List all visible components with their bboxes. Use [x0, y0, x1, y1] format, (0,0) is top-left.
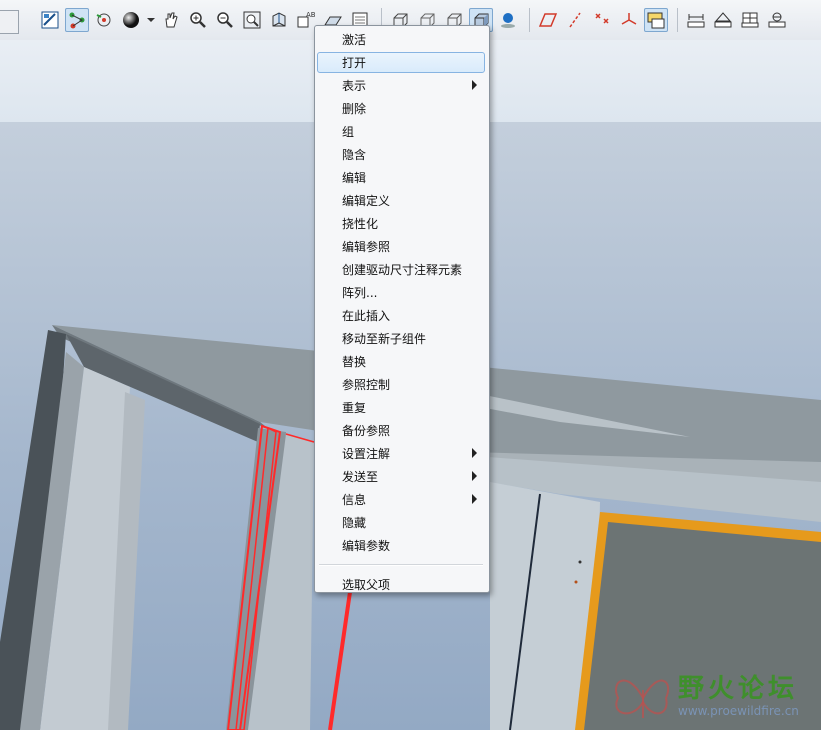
context-menu-item[interactable]: 删除 [317, 98, 485, 119]
menu-item-label: 阵列... [342, 286, 378, 300]
shading-icon[interactable] [119, 8, 143, 32]
menu-item-label: 挠性化 [342, 217, 379, 231]
menu-item-label: 组 [342, 125, 355, 139]
menu-item-label: 隐含 [342, 148, 367, 162]
menu-item-label: 设置注解 [342, 447, 391, 461]
menu-item-label: 创建驱动尺寸注释元素 [342, 263, 463, 277]
menu-item-label: 信息 [342, 493, 367, 507]
svg-text:AB: AB [306, 11, 315, 19]
context-menu-item[interactable]: 备份参照 [317, 420, 485, 441]
datum-display-icon[interactable] [65, 8, 89, 32]
context-menu-item[interactable]: 激活 [317, 29, 485, 50]
context-menu-item[interactable]: 选取父项 [317, 574, 485, 595]
submenu-arrow-icon [472, 494, 477, 504]
menu-item-label: 移动至新子组件 [342, 332, 427, 346]
context-menu-item[interactable]: 隐藏 [317, 512, 485, 533]
menu-item-label: 激活 [342, 33, 367, 47]
csys-icon[interactable] [617, 8, 641, 32]
context-menu-item[interactable]: 表示 [317, 75, 485, 96]
menu-item-label: 备份参照 [342, 424, 391, 438]
dropdown-arrow-icon[interactable] [146, 8, 156, 32]
menu-item-label: 重复 [342, 401, 367, 415]
model-tree-toggle-icon[interactable] [644, 8, 668, 32]
context-menu-item[interactable]: 编辑参照 [317, 236, 485, 257]
menu-item-label: 在此插入 [342, 309, 391, 323]
context-menu-item[interactable]: 参照控制 [317, 374, 485, 395]
butterfly-logo-icon [615, 679, 670, 718]
menu-item-label: 表示 [342, 79, 367, 93]
context-menu-item[interactable]: 编辑参数 [317, 535, 485, 556]
menu-item-label: 编辑参数 [342, 539, 391, 553]
menu-item-label: 删除 [342, 102, 367, 116]
context-menu-item[interactable]: 在此插入 [317, 305, 485, 326]
context-menu-item[interactable]: 发送至 [317, 466, 485, 487]
datum-point-icon[interactable] [590, 8, 614, 32]
menu-item-label: 编辑参照 [342, 240, 391, 254]
menu-item-label: 编辑 [342, 171, 367, 185]
menu-separator [319, 564, 483, 566]
context-menu-item[interactable]: 挠性化 [317, 213, 485, 234]
context-menu-item[interactable]: 重复 [317, 397, 485, 418]
selected-part-lower [328, 591, 352, 730]
menu-item-label: 编辑定义 [342, 194, 391, 208]
pan-icon[interactable] [159, 8, 183, 32]
context-menu-item[interactable]: 替换 [317, 351, 485, 372]
context-menu-item[interactable]: 设置注解 [317, 443, 485, 464]
context-menu-item[interactable]: 打开 [317, 52, 485, 73]
zoom-in-icon[interactable] [186, 8, 210, 32]
context-menu-item[interactable]: 编辑定义 [317, 190, 485, 211]
distance-icon[interactable] [684, 8, 708, 32]
context-menu: 激活打开表示删除组隐含编辑编辑定义挠性化编辑参照创建驱动尺寸注释元素 阵列... 在… [314, 25, 490, 593]
context-menu-item[interactable]: 阵列... [317, 282, 485, 303]
menu-item-label: 打开 [342, 56, 367, 70]
context-menu-item[interactable]: 移动至新子组件 [317, 328, 485, 349]
forum-watermark: 野火论坛 www.proewildfire.cn [608, 660, 821, 730]
menu-item-label: 替换 [342, 355, 367, 369]
toolbar-overflow-stub[interactable] [0, 10, 19, 34]
submenu-arrow-icon [472, 448, 477, 458]
context-menu-item[interactable]: 信息 [317, 489, 485, 510]
toolbar-separator [529, 8, 530, 32]
refit-icon[interactable] [240, 8, 264, 32]
submenu-arrow-icon [472, 80, 477, 90]
menu-item-label: 隐藏 [342, 516, 367, 530]
context-menu-item[interactable]: 创建驱动尺寸注释元素 [317, 259, 485, 280]
context-menu-item[interactable]: 组 [317, 121, 485, 142]
submenu-arrow-icon [472, 471, 477, 481]
spin-center-icon[interactable] [92, 8, 116, 32]
cut-plane-icon[interactable] [38, 8, 62, 32]
enhanced-realism-icon[interactable] [496, 8, 520, 32]
reorient-icon[interactable] [267, 8, 291, 32]
measure-icon[interactable] [765, 8, 789, 32]
toolbar-separator [677, 8, 678, 32]
datum-axis-icon[interactable] [563, 8, 587, 32]
screw-mark [574, 580, 578, 584]
angle-icon[interactable] [711, 8, 735, 32]
menu-item-label: 选取父项 [342, 578, 391, 592]
context-menu-item[interactable]: 隐含 [317, 144, 485, 165]
datum-plane-icon[interactable] [536, 8, 560, 32]
watermark-title: 野火论坛 [678, 674, 799, 704]
screw-mark [578, 560, 582, 564]
menu-item-label: 发送至 [342, 470, 379, 484]
table-icon[interactable] [738, 8, 762, 32]
zoom-out-icon[interactable] [213, 8, 237, 32]
menu-item-label: 参照控制 [342, 378, 391, 392]
context-menu-item[interactable]: 编辑 [317, 167, 485, 188]
watermark-url: www.proewildfire.cn [678, 704, 799, 718]
